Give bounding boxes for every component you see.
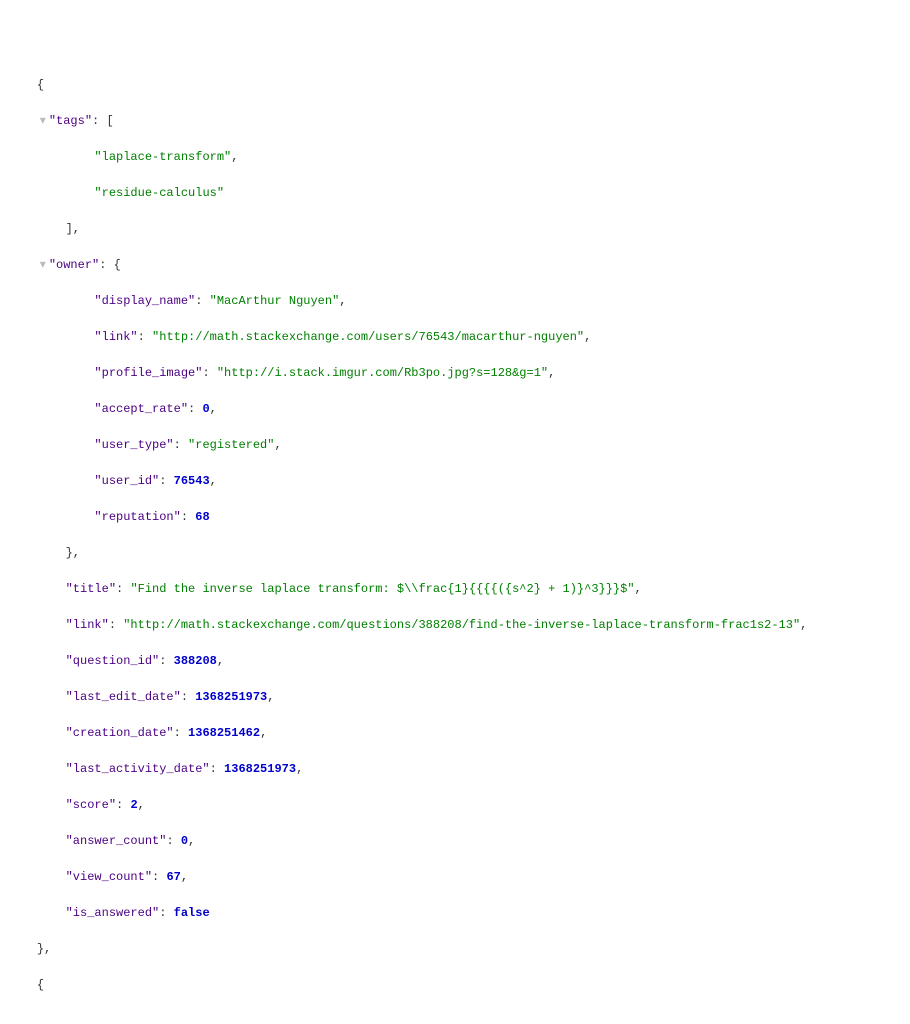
- json-line: {: [8, 76, 902, 94]
- json-line: "question_id": 388208,: [8, 652, 902, 670]
- json-line: "answer_count": 0,: [8, 832, 902, 850]
- collapse-toggle-icon[interactable]: ▾: [37, 112, 49, 130]
- json-string: "http://math.stackexchange.com/questions…: [123, 618, 800, 632]
- json-number: 0: [202, 402, 209, 416]
- json-number: 76543: [174, 474, 210, 488]
- json-line: "laplace-transform",: [8, 148, 902, 166]
- json-key: "accept_rate": [94, 402, 188, 416]
- json-line: "profile_image": "http://i.stack.imgur.c…: [8, 364, 902, 382]
- brace-close: },: [37, 942, 51, 956]
- json-number: 67: [166, 870, 180, 884]
- json-key: "display_name": [94, 294, 195, 308]
- json-key: "title": [66, 582, 116, 596]
- json-key: "score": [66, 798, 116, 812]
- json-line: "reputation": 68: [8, 508, 902, 526]
- json-key: "link": [94, 330, 137, 344]
- json-string: "registered": [188, 438, 274, 452]
- json-line: "last_activity_date": 1368251973,: [8, 760, 902, 778]
- json-number: 1368251973: [224, 762, 296, 776]
- json-line: ],: [8, 220, 902, 238]
- json-key: "answer_count": [66, 834, 167, 848]
- json-key: "user_type": [94, 438, 173, 452]
- json-line: "score": 2,: [8, 796, 902, 814]
- json-number: 68: [195, 510, 209, 524]
- json-number: 0: [181, 834, 188, 848]
- json-line: },: [8, 940, 902, 958]
- json-line: "user_type": "registered",: [8, 436, 902, 454]
- brace-close: },: [66, 546, 80, 560]
- json-key: "tags": [49, 114, 92, 128]
- json-string: "residue-calculus": [94, 186, 224, 200]
- json-key: "owner": [49, 258, 99, 272]
- json-key: "last_edit_date": [66, 690, 181, 704]
- json-line: "is_answered": false: [8, 904, 902, 922]
- brace-open: {: [37, 78, 44, 92]
- json-key: "question_id": [66, 654, 160, 668]
- json-key: "link": [66, 618, 109, 632]
- json-line: ▾"tags": [: [8, 112, 902, 130]
- json-string: "MacArthur Nguyen": [210, 294, 340, 308]
- json-number: 1368251462: [188, 726, 260, 740]
- json-key: "view_count": [66, 870, 152, 884]
- json-line: "display_name": "MacArthur Nguyen",: [8, 292, 902, 310]
- json-string: "http://i.stack.imgur.com/Rb3po.jpg?s=12…: [217, 366, 548, 380]
- json-number: 1368251973: [195, 690, 267, 704]
- json-line: "last_edit_date": 1368251973,: [8, 688, 902, 706]
- bracket-open: [: [106, 114, 113, 128]
- json-number: 2: [130, 798, 137, 812]
- json-line: "residue-calculus": [8, 184, 902, 202]
- json-key: "user_id": [94, 474, 159, 488]
- json-line: },: [8, 544, 902, 562]
- collapse-toggle-icon[interactable]: ▾: [37, 256, 49, 274]
- json-key: "is_answered": [66, 906, 160, 920]
- json-line: "view_count": 67,: [8, 868, 902, 886]
- json-key: "profile_image": [94, 366, 202, 380]
- json-line: {: [8, 976, 902, 994]
- brace-open: {: [114, 258, 121, 272]
- json-boolean: false: [174, 906, 210, 920]
- json-number: 388208: [174, 654, 217, 668]
- json-line: "link": "http://math.stackexchange.com/q…: [8, 616, 902, 634]
- json-line: "user_id": 76543,: [8, 472, 902, 490]
- json-string: "http://math.stackexchange.com/users/765…: [152, 330, 584, 344]
- bracket-close: ],: [66, 222, 80, 236]
- json-line: "link": "http://math.stackexchange.com/u…: [8, 328, 902, 346]
- json-key: "reputation": [94, 510, 180, 524]
- json-line: "title": "Find the inverse laplace trans…: [8, 580, 902, 598]
- json-line: "accept_rate": 0,: [8, 400, 902, 418]
- json-line: "creation_date": 1368251462,: [8, 724, 902, 742]
- json-key: "last_activity_date": [66, 762, 210, 776]
- json-line: ▾"owner": {: [8, 256, 902, 274]
- json-key: "creation_date": [66, 726, 174, 740]
- json-string: "laplace-transform": [94, 150, 231, 164]
- json-string: "Find the inverse laplace transform: $\\…: [130, 582, 634, 596]
- brace-open: {: [37, 978, 44, 992]
